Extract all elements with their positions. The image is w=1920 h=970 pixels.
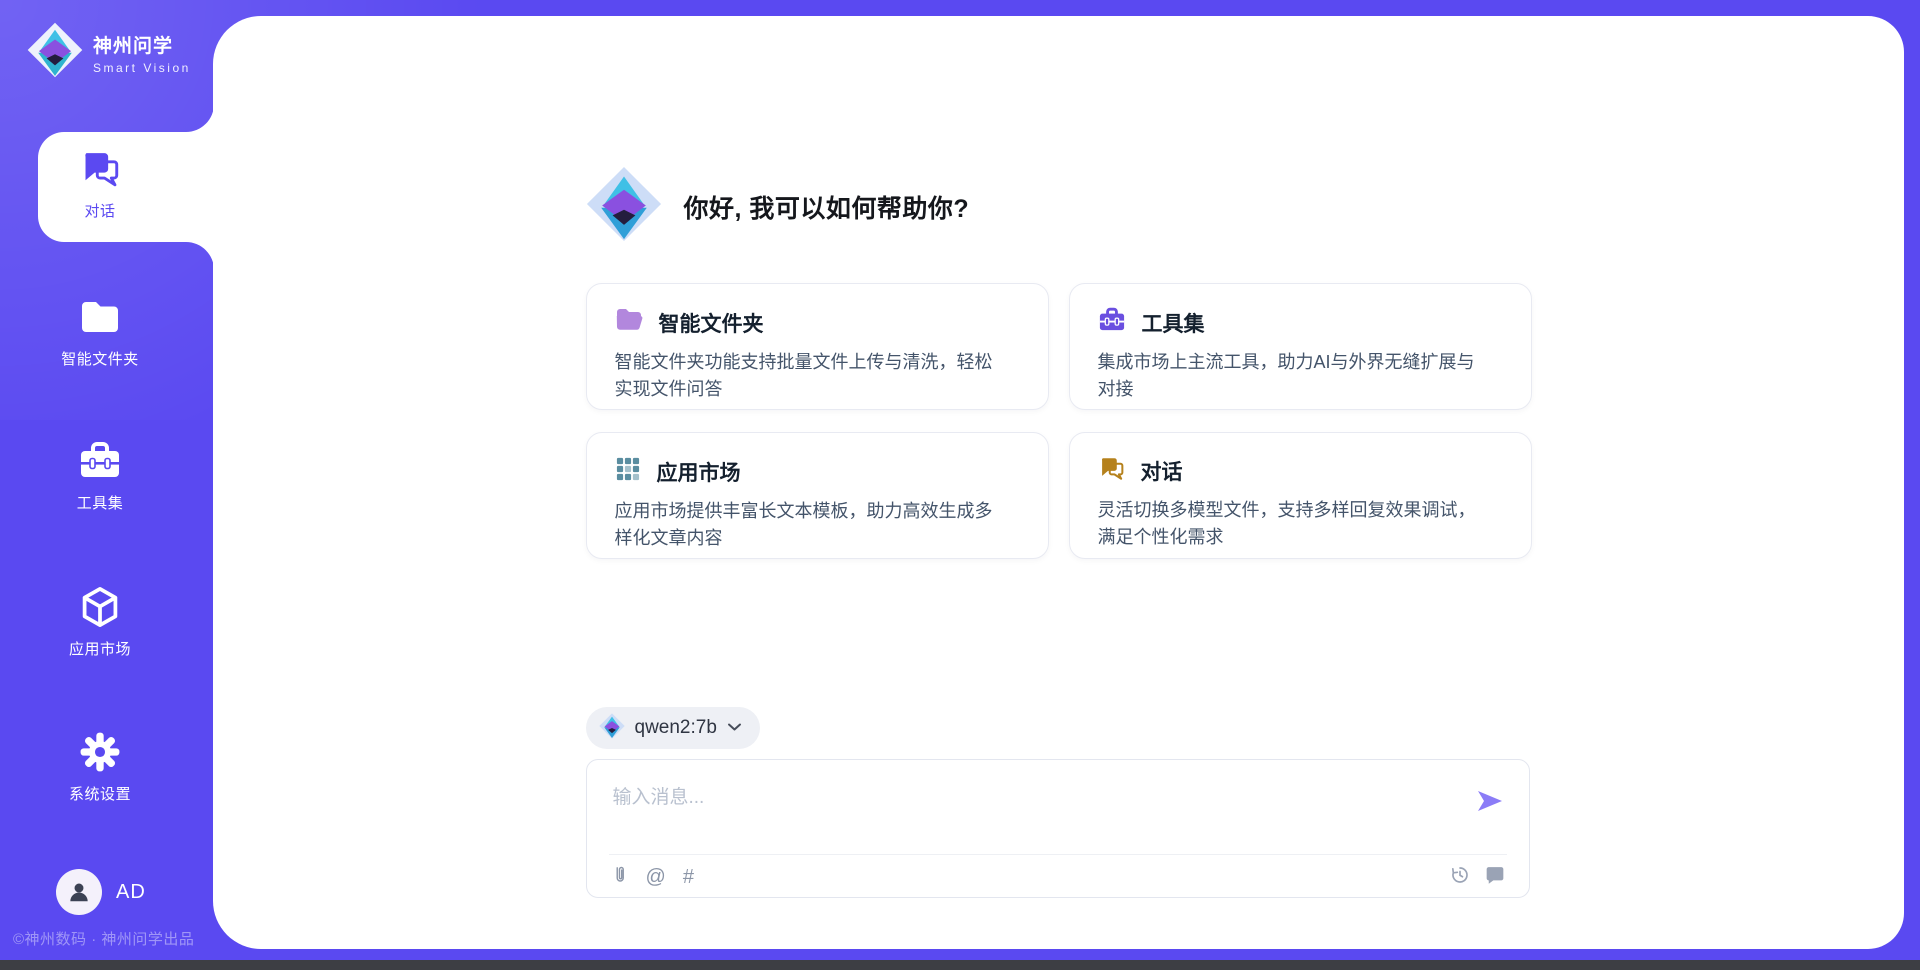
greeting-title: 你好, 我可以如何帮助你?: [684, 189, 970, 225]
feature-cards: 智能文件夹 智能文件夹功能支持批量文件上传与清洗，轻松实现文件问答: [586, 283, 1532, 559]
send-icon: [1477, 790, 1503, 812]
sidebar-item-label: 应用市场: [69, 638, 131, 659]
card-description: 应用市场提供丰富长文本模板，助力高效生成多样化文章内容: [615, 498, 1007, 552]
sidebar-footer-text: ©神州数码 · 神州问学出品: [13, 928, 194, 949]
card-title: 智能文件夹: [659, 308, 764, 338]
avatar: [56, 869, 102, 915]
user-menu[interactable]: AD: [56, 869, 146, 915]
folder-icon: [615, 307, 643, 338]
history-icon[interactable]: [1450, 865, 1470, 889]
card-app-market[interactable]: 应用市场 应用市场提供丰富长文本模板，助力高效生成多样化文章内容: [586, 432, 1049, 559]
card-description: 灵活切换多模型文件，支持多样回复效果调试，满足个性化需求: [1098, 497, 1490, 551]
sidebar-item-smart-folder[interactable]: 智能文件夹: [0, 297, 200, 369]
message-input[interactable]: [611, 780, 1455, 842]
sidebar-item-chat[interactable]: 对话: [0, 149, 200, 221]
cube-icon: [78, 587, 122, 627]
chevron-down-icon: [727, 719, 742, 737]
sidebar-item-app-market[interactable]: 应用市场: [0, 587, 200, 659]
chat-icon: [1098, 456, 1125, 486]
brand-subtitle: Smart Vision: [93, 61, 191, 75]
brand: 神州问学 Smart Vision: [27, 22, 191, 83]
sidebar-item-toolset[interactable]: 工具集: [0, 441, 200, 513]
gear-icon: [79, 732, 121, 772]
model-selector[interactable]: qwen2:7b: [586, 707, 760, 749]
hash-icon[interactable]: #: [683, 867, 694, 887]
brand-name: 神州问学: [93, 31, 191, 58]
mention-icon[interactable]: @: [646, 867, 666, 887]
card-toolset[interactable]: 工具集 集成市场上主流工具，助力AI与外界无缝扩展与对接: [1069, 283, 1532, 410]
sidebar-item-label: 智能文件夹: [61, 348, 139, 369]
toolbox-icon: [78, 441, 122, 481]
card-description: 集成市场上主流工具，助力AI与外界无缝扩展与对接: [1098, 349, 1490, 403]
sidebar-item-label: 对话: [84, 200, 115, 221]
card-title: 应用市场: [657, 457, 741, 487]
user-initials: AD: [116, 881, 146, 904]
attachment-icon[interactable]: [611, 864, 629, 890]
diamond-logo-icon: [599, 713, 625, 744]
main-panel: 你好, 我可以如何帮助你? 智能文件夹 智能文件夹功能支持批量文件上传与清洗，轻…: [213, 16, 1904, 949]
card-smart-folder[interactable]: 智能文件夹 智能文件夹功能支持批量文件上传与清洗，轻松实现文件问答: [586, 283, 1049, 410]
sidebar-item-settings[interactable]: 系统设置: [0, 732, 200, 804]
sidebar-item-label: 工具集: [77, 492, 124, 513]
message-composer: @ #: [586, 759, 1530, 898]
send-button[interactable]: [1477, 790, 1503, 812]
folder-icon: [79, 297, 121, 337]
card-description: 智能文件夹功能支持批量文件上传与清洗，轻松实现文件问答: [615, 349, 1007, 403]
diamond-logo-icon: [586, 166, 662, 247]
card-title: 工具集: [1142, 308, 1205, 338]
card-title: 对话: [1141, 456, 1183, 486]
card-chat[interactable]: 对话 灵活切换多模型文件，支持多样回复效果调试，满足个性化需求: [1069, 432, 1532, 559]
greeting: 你好, 我可以如何帮助你?: [586, 166, 1532, 247]
bottom-edge-bar: [0, 960, 1920, 970]
model-name: qwen2:7b: [635, 717, 717, 739]
toolbox-icon: [1098, 307, 1126, 338]
user-avatar-icon: [66, 879, 92, 905]
diamond-logo-icon: [27, 22, 83, 83]
sidebar: 神州问学 Smart Vision 对话 智能文件夹: [0, 0, 213, 970]
composer-divider: [609, 854, 1507, 855]
grid-icon: [615, 456, 641, 487]
sidebar-item-label: 系统设置: [69, 783, 131, 804]
chat-icon: [79, 149, 121, 189]
comment-icon[interactable]: [1485, 865, 1505, 889]
